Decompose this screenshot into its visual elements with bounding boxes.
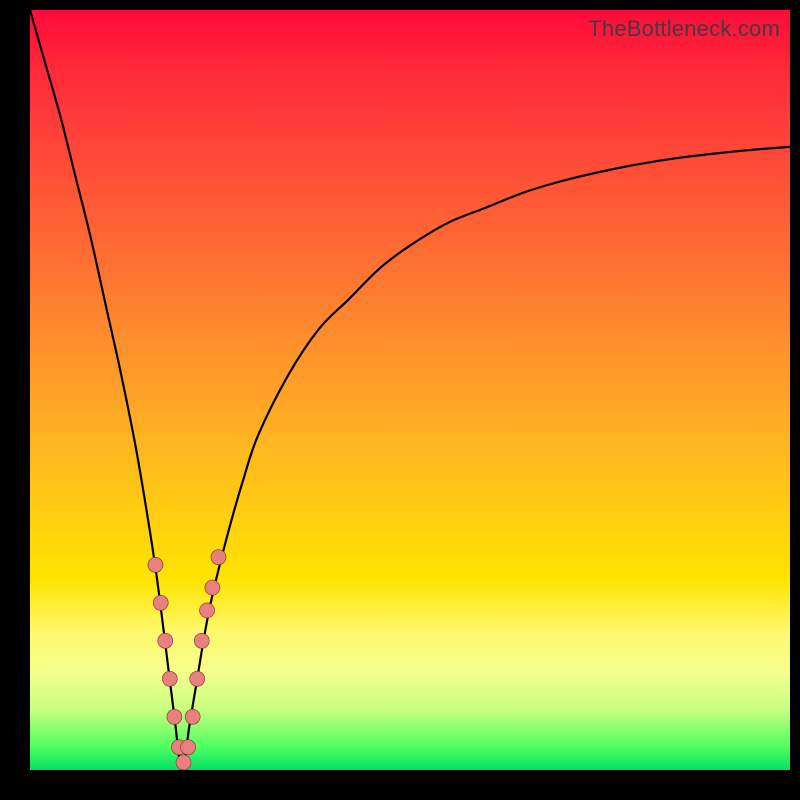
curve-marker	[190, 671, 205, 686]
curve-marker	[181, 740, 196, 755]
curve-marker	[167, 709, 182, 724]
bottleneck-curve-path	[30, 10, 790, 770]
curve-marker	[158, 633, 173, 648]
curve-marker	[162, 671, 177, 686]
curve-marker	[194, 633, 209, 648]
curve-marker	[148, 557, 163, 572]
chart-frame: TheBottleneck.com	[0, 0, 800, 800]
curve-marker	[185, 709, 200, 724]
curve-marker	[205, 580, 220, 595]
curve-marker	[153, 595, 168, 610]
curve-svg	[30, 10, 790, 770]
curve-marker	[211, 550, 226, 565]
curve-marker	[200, 603, 215, 618]
curve-marker	[176, 755, 191, 770]
plot-area: TheBottleneck.com	[30, 10, 790, 770]
